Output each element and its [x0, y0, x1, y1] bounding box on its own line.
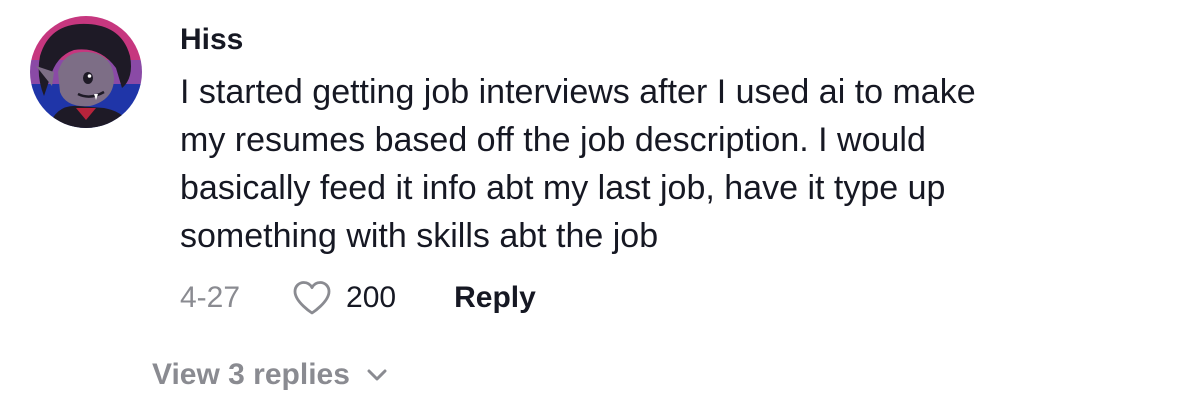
comment-meta: 4-27 200 Reply: [180, 276, 536, 320]
reply-button[interactable]: Reply: [454, 276, 536, 320]
comment-text-line: something with skills abt the job: [180, 217, 659, 255]
comment-text-line: my resumes based off the job description…: [180, 121, 926, 159]
view-replies-button[interactable]: View 3 replies: [152, 353, 388, 397]
comment-username[interactable]: Hiss: [180, 22, 243, 58]
comment-text-line: basically feed it info abt my last job, …: [180, 169, 946, 207]
view-replies-label[interactable]: View 3 replies: [152, 353, 350, 397]
like-count: 200: [346, 281, 397, 314]
comment-date: 4-27: [180, 281, 241, 314]
heart-outline-icon[interactable]: [292, 280, 332, 316]
comment-item: Hiss I started getting job interviews af…: [0, 0, 1200, 409]
avatar-image: [30, 16, 142, 128]
comment-text-line: I started getting job interviews after I…: [180, 73, 976, 111]
comment-text: I started getting job interviews after I…: [180, 68, 1120, 260]
chevron-down-icon[interactable]: [366, 368, 388, 382]
avatar[interactable]: [30, 16, 142, 128]
like-button[interactable]: 200: [292, 276, 396, 320]
